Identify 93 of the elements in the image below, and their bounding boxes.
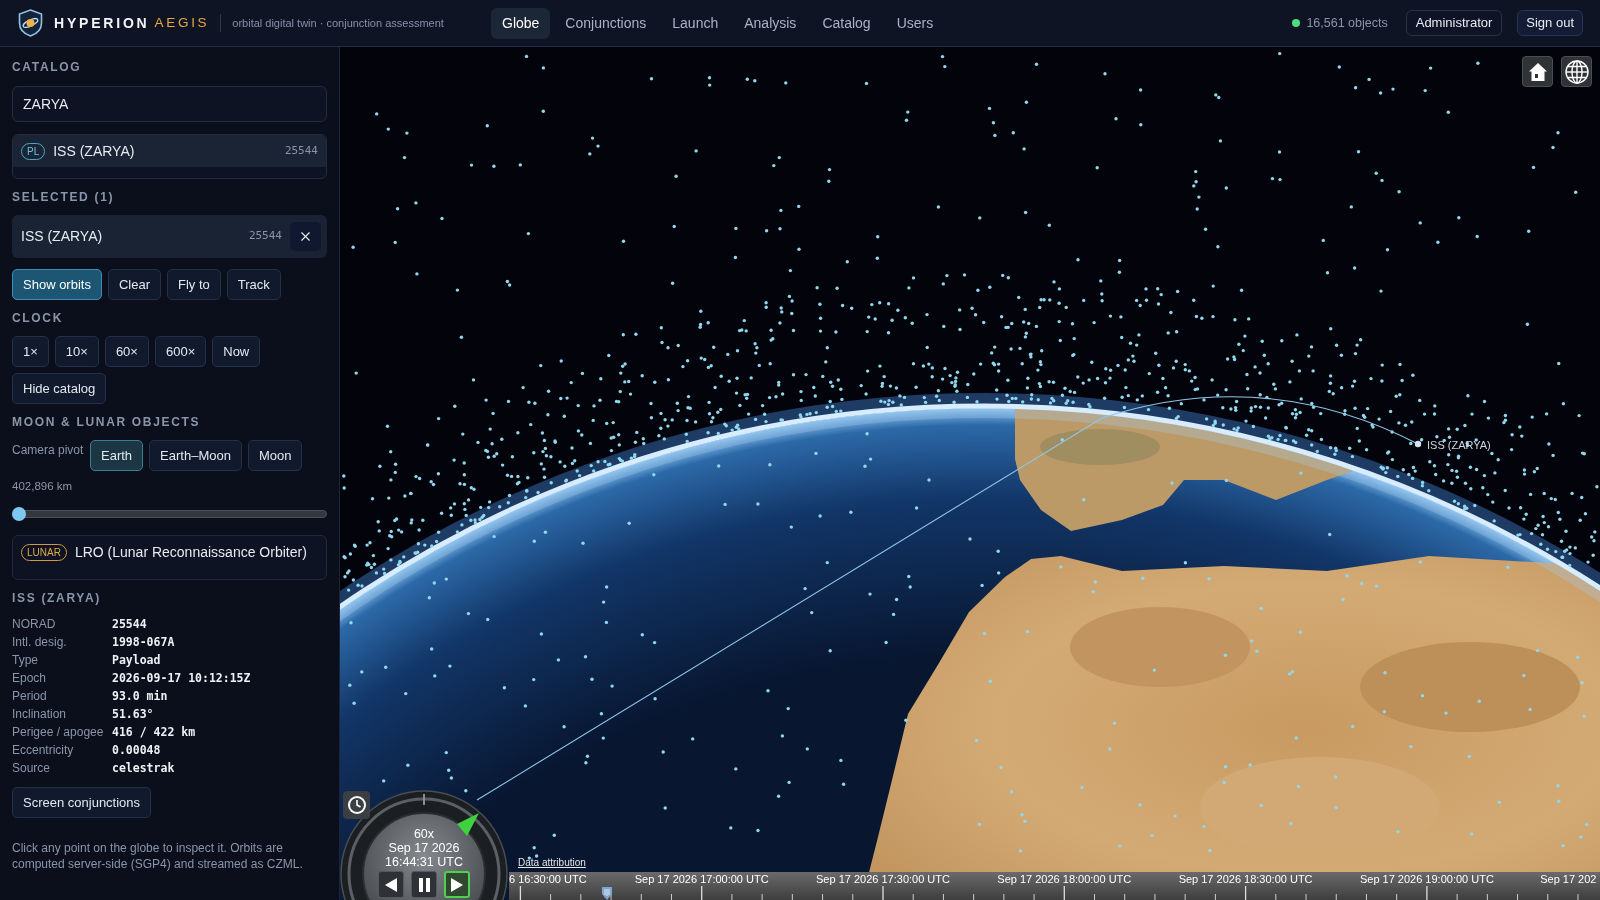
pivot-button[interactable]: Moon (247, 440, 303, 471)
field-label: Period (12, 688, 48, 705)
satellite-label: ISS (ZARYA) (1427, 438, 1491, 453)
field-value: 93.0 min (112, 688, 169, 705)
field-label: Epoch (12, 670, 48, 687)
speed-button[interactable]: 1× (12, 336, 49, 367)
field-value: Payload (112, 652, 162, 669)
globe-icon (1564, 59, 1589, 84)
clear-button[interactable]: Clear (107, 269, 161, 300)
clock-time: 16:44:31 UTC (385, 855, 463, 870)
norad-number: 25544 (284, 142, 318, 159)
section-heading: CLOCK (12, 310, 65, 326)
reverse-button[interactable] (378, 871, 404, 898)
app-subtitle: orbital digital twin · conjunction assessment (232, 15, 444, 31)
pivot-button[interactable]: Earth (90, 440, 144, 471)
speed-button[interactable]: 600× (154, 336, 207, 367)
nav-tab[interactable]: Users (885, 7, 945, 39)
field-value: 51.63° (112, 706, 155, 723)
field-label: Type (12, 652, 39, 669)
timeline-label: 6 16:30:00 UTC (509, 873, 587, 886)
timeline-label: Sep 17 2026 17:30:00 UTC (816, 873, 950, 886)
timeline-label: Sep 17 202 (1540, 873, 1597, 886)
nav-tab[interactable]: Analysis (733, 7, 808, 39)
field-label: NORAD (12, 616, 57, 633)
clock-icon (346, 795, 367, 815)
field-value: celestrak (112, 760, 176, 777)
clock-date: Sep 17 2026 (388, 841, 460, 856)
screen-conjunctions-button[interactable]: Screen conjunctions (12, 787, 152, 818)
home-button[interactable] (1522, 56, 1553, 87)
field-label: Inclination (12, 706, 68, 723)
home-icon (1527, 61, 1548, 82)
pivot-button[interactable]: Earth–Moon (149, 440, 242, 471)
data-attribution-link[interactable]: Data attribution (518, 855, 586, 870)
track-button[interactable]: Track (226, 269, 281, 300)
timeline-label: Sep 17 2026 18:00:00 UTC (997, 873, 1132, 886)
timeline-label: Sep 17 2026 17:00:00 UTC (634, 873, 769, 886)
close-icon (298, 229, 313, 244)
now-button[interactable]: Now (212, 336, 261, 367)
user-button[interactable]: Administrator (1405, 10, 1503, 36)
field-value: 416 / 422 km (112, 724, 197, 741)
satellite-marker-icon[interactable] (1414, 440, 1422, 448)
lunar-object-name: LRO (Lunar Reconnaissance Orbiter) (74, 542, 307, 562)
reverse-icon (385, 877, 397, 892)
result-row[interactable]: PL ISS (ZARYA) 25544 (13, 135, 326, 167)
timeline-label: Sep 17 2026 18:30:00 UTC (1178, 873, 1313, 886)
lunar-object-row[interactable]: LUNAR LRO (Lunar Reconnaissance Orbiter) (13, 536, 326, 568)
clock-button[interactable] (343, 791, 370, 819)
timeline-scrubber[interactable] (601, 887, 614, 900)
fly-to-button[interactable]: Fly to (167, 269, 221, 300)
section-heading: CATALOG (12, 59, 83, 75)
globe-button[interactable] (1561, 56, 1592, 87)
slider-thumb[interactable] (12, 507, 26, 521)
field-value: 1998-067A (112, 634, 176, 651)
nav-tab[interactable]: Globe (491, 7, 551, 39)
object-count: 16,561 objects (1306, 14, 1388, 32)
speed-button[interactable]: 10× (54, 336, 99, 367)
field-value: 25544 (112, 616, 148, 633)
needle-icon[interactable] (457, 813, 479, 836)
remove-button[interactable] (290, 222, 321, 251)
play-button[interactable] (444, 871, 470, 898)
pause-button[interactable] (411, 871, 437, 898)
distance-slider[interactable] (12, 507, 327, 521)
speed-button[interactable]: 60× (104, 336, 149, 367)
field-label: Source (12, 760, 52, 777)
timeline-bar[interactable]: 6 16:30:00 UTC Sep 17 2026 17:00:00 UTC Sep 17 2026 17:30:00 UTC Sep 17 2026 18:00:00 UTC Sep 17 2026 18:30:00 UTC Sep 17 2026 19:00:00 UTC Sep 17 202 (509, 872, 1600, 900)
section-heading: ISS (ZARYA) (12, 590, 102, 606)
result-name: ISS (ZARYA) (53, 141, 135, 161)
norad-number: 25544 (248, 228, 282, 245)
brand-name: HYPERION (54, 13, 150, 33)
show-orbits-button[interactable]: Show orbits (12, 269, 102, 300)
pivot-label: Camera pivot (12, 442, 84, 459)
sign-out-button[interactable]: Sign out (1517, 10, 1583, 36)
pause-icon (418, 877, 430, 892)
timeline-label: Sep 17 2026 19:00:00 UTC (1359, 873, 1494, 886)
field-value: 2026-09-17 10:12:15Z (112, 670, 252, 687)
hide-catalog-button[interactable]: Hide catalog (12, 373, 107, 404)
section-heading: SELECTED (1) (12, 189, 116, 205)
selected-name: ISS (ZARYA) (21, 227, 103, 246)
distance-reading: 402,896 km (12, 479, 74, 494)
nav-tab[interactable]: Conjunctions (554, 7, 658, 39)
section-heading: MOON & LUNAR OBJECTS (12, 414, 202, 430)
play-icon (451, 877, 463, 892)
clock-speed: 60x (413, 827, 435, 842)
search-field[interactable]: ZARYA (12, 86, 327, 122)
field-label: Perigee / apogee (12, 724, 105, 741)
shield-logo-icon (18, 9, 43, 37)
brand-suffix: AEGIS (154, 13, 210, 32)
field-label: Eccentricity (12, 742, 75, 759)
nav-tab[interactable]: Launch (661, 7, 730, 39)
help-note: Click any point on the globe to inspect it. Orbits are computed server-side (SGP4) and streamed as CZML. (12, 840, 304, 872)
field-value: 0.00048 (112, 742, 162, 759)
nav-tab[interactable]: Catalog (811, 7, 882, 39)
field-label: Intl. desig. (12, 634, 68, 651)
